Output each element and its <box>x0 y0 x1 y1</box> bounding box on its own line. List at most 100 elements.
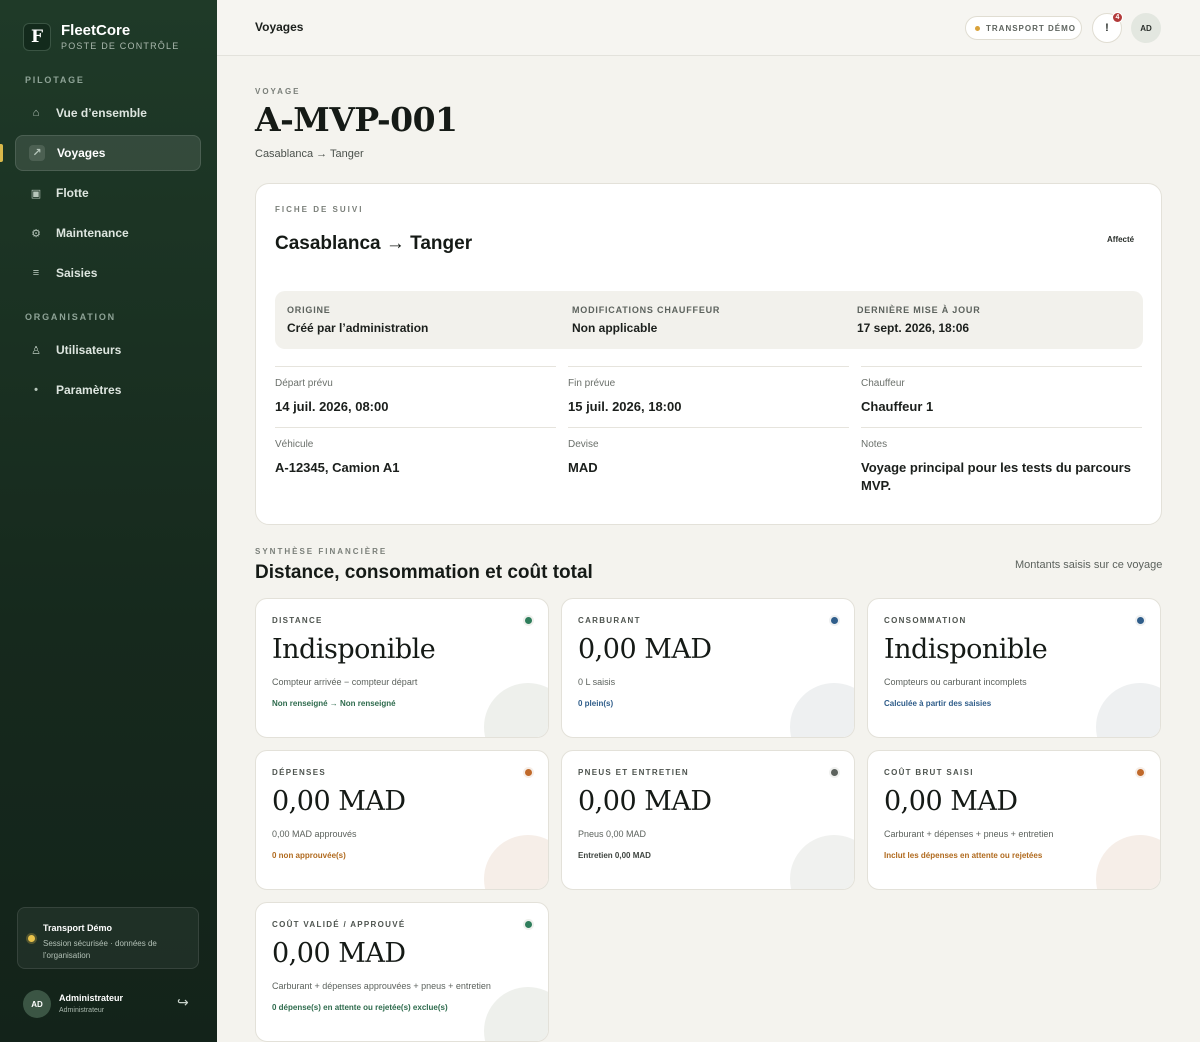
list-icon: ≡ <box>32 267 40 279</box>
field-value: A-12345, Camion A1 <box>275 460 400 475</box>
status-dot-icon <box>525 617 532 624</box>
status-dot-icon <box>831 617 838 624</box>
stat-description: 0 L saisis <box>578 677 616 687</box>
status-dot-icon <box>831 769 838 776</box>
stat-label: PNEUS ET ENTRETIEN <box>578 768 689 777</box>
stat-label: DISTANCE <box>272 616 323 625</box>
stat-footnote: Inclut les dépenses en attente ou rejeté… <box>884 851 1043 860</box>
avatar[interactable]: AD <box>23 990 51 1018</box>
field-currency: Devise MAD <box>568 427 849 477</box>
status-dot-icon <box>525 921 532 928</box>
notification-count-badge: 4 <box>1112 12 1123 23</box>
stat-description: 0,00 MAD approuvés <box>272 829 357 839</box>
stat-value: 0,00 MAD <box>272 786 406 817</box>
finance-title: Distance, consommation et coût total <box>255 562 593 583</box>
stat-label: DÉPENSES <box>272 768 326 777</box>
meta-value: Non applicable <box>572 321 658 335</box>
finance-kicker: SYNTHÈSE FINANCIÈRE <box>255 547 388 556</box>
stat-footnote: 0 dépense(s) en attente ou rejetée(s) ex… <box>272 1003 448 1012</box>
stat-label: COÛT VALIDÉ / APPROUVÉ <box>272 920 406 929</box>
stat-value: Indisponible <box>884 634 1048 665</box>
route-icon: ↗ <box>29 145 45 161</box>
field-end: Fin prévue 15 juil. 2026, 18:00 <box>568 366 849 416</box>
meta-value: 17 sept. 2026, 18:06 <box>857 321 970 335</box>
sidebar-item-label: Vue d’ensemble <box>56 106 147 120</box>
stat-value: 0,00 MAD <box>272 938 406 969</box>
status-dot-icon <box>975 25 980 31</box>
sidebar-item-flotte[interactable]: ▣ Flotte <box>15 175 201 211</box>
sidebar-item-overview[interactable]: ⌂ Vue d’ensemble <box>15 95 201 131</box>
field-value: 14 juil. 2026, 08:00 <box>275 399 389 414</box>
field-driver: Chauffeur Chauffeur 1 <box>861 366 1142 416</box>
topbar: Voyages TRANSPORT DÉMO ! 4 AD <box>217 0 1200 56</box>
sidebar-item-parametres[interactable]: • Paramètres <box>15 372 201 408</box>
users-icon: ♙ <box>31 344 41 357</box>
page-title: A-MVP-001 <box>255 100 458 139</box>
stat-card-consommation: CONSOMMATION Indisponible Compteurs ou c… <box>867 598 1161 738</box>
status-badge: Affecté <box>1107 235 1135 244</box>
alert-icon: ! <box>1105 22 1109 34</box>
status-dot-icon <box>1137 617 1144 624</box>
stat-value: 0,00 MAD <box>578 786 712 817</box>
field-label: Devise <box>568 439 599 450</box>
page-breadcrumb: Voyages <box>255 20 304 34</box>
stat-card-pneus-entretien: PNEUS ET ENTRETIEN 0,00 MAD Pneus 0,00 M… <box>561 750 855 890</box>
stat-value: 0,00 MAD <box>884 786 1018 817</box>
brand[interactable]: F FleetCore POSTE DE CONTRÔLE <box>23 22 179 51</box>
status-dot-icon <box>28 935 35 942</box>
stat-footnote: 0 non approuvée(s) <box>272 851 346 860</box>
decorative-circle <box>484 683 548 737</box>
page-subtitle: Casablanca → Tanger <box>255 148 364 160</box>
stat-card-cout-brut: COÛT BRUT SAISI 0,00 MAD Carburant + dép… <box>867 750 1161 890</box>
home-icon: ⌂ <box>32 107 40 119</box>
user-profile: AD Administrateur Administrateur ↪ <box>23 990 195 1020</box>
avatar[interactable]: AD <box>1131 13 1161 43</box>
truck-icon: ▣ <box>30 187 42 200</box>
organisation-card: Transport Démo Session sécurisée · donné… <box>17 907 199 969</box>
field-notes: Notes Voyage principal pour les tests du… <box>861 427 1142 495</box>
stat-card-carburant: CARBURANT 0,00 MAD 0 L saisis 0 plein(s) <box>561 598 855 738</box>
stat-footnote: Non renseigné → Non renseigné <box>272 699 396 708</box>
brand-logo: F <box>23 22 51 51</box>
stat-label: COÛT BRUT SAISI <box>884 768 974 777</box>
decorative-circle <box>790 835 854 889</box>
status-dot-icon <box>1137 769 1144 776</box>
stat-label: CONSOMMATION <box>884 616 967 625</box>
field-label: Notes <box>861 439 888 450</box>
logout-icon[interactable]: ↪ <box>177 994 189 1011</box>
field-vehicle: Véhicule A-12345, Camion A1 <box>275 427 556 477</box>
nav-section-pilotage: PILOTAGE <box>25 75 85 85</box>
finance-note: Montants saisis sur ce voyage <box>1015 559 1163 571</box>
brand-name: FleetCore <box>61 22 131 39</box>
brand-subtitle: POSTE DE CONTRÔLE <box>61 41 180 51</box>
settings-icon: • <box>34 384 38 396</box>
stat-card-cout-valide: COÛT VALIDÉ / APPROUVÉ 0,00 MAD Carburan… <box>255 902 549 1042</box>
organisation-description: Session sécurisée · données de l’organis… <box>43 939 157 960</box>
sidebar-item-saisies[interactable]: ≡ Saisies <box>15 255 201 291</box>
decorative-circle <box>484 835 548 889</box>
tracking-card: FICHE DE SUIVI Casablanca → Tanger Affec… <box>255 183 1162 525</box>
stat-footnote: Entretien 0,00 MAD <box>578 851 651 860</box>
sidebar-item-voyages[interactable]: ↗ Voyages <box>15 135 201 171</box>
stat-value: Indisponible <box>272 634 436 665</box>
meta-label: DERNIÈRE MISE À JOUR <box>857 305 981 315</box>
sidebar-item-label: Utilisateurs <box>56 343 122 357</box>
decorative-circle <box>484 987 548 1041</box>
field-label: Véhicule <box>275 439 314 450</box>
nav-section-organisation: ORGANISATION <box>25 312 116 322</box>
organisation-pill[interactable]: TRANSPORT DÉMO <box>965 16 1082 40</box>
notifications-button[interactable]: ! 4 <box>1092 12 1123 43</box>
meta-last-update: DERNIÈRE MISE À JOUR 17 sept. 2026, 18:0… <box>857 305 981 335</box>
sidebar-item-maintenance[interactable]: ⚙ Maintenance <box>15 215 201 251</box>
organisation-name: Transport Démo <box>43 923 113 933</box>
stat-footnote: 0 plein(s) <box>578 699 614 708</box>
field-label: Départ prévu <box>275 378 333 389</box>
wrench-icon: ⚙ <box>31 227 41 240</box>
sidebar-item-utilisateurs[interactable]: ♙ Utilisateurs <box>15 332 201 368</box>
stat-description: Carburant + dépenses + pneus + entretien <box>884 829 1054 839</box>
meta-value: Créé par l’administration <box>287 321 429 335</box>
active-indicator <box>0 144 3 162</box>
sidebar-item-label: Flotte <box>56 186 89 200</box>
organisation-pill-label: TRANSPORT DÉMO <box>986 23 1076 33</box>
stat-description: Carburant + dépenses approuvées + pneus … <box>272 981 491 991</box>
